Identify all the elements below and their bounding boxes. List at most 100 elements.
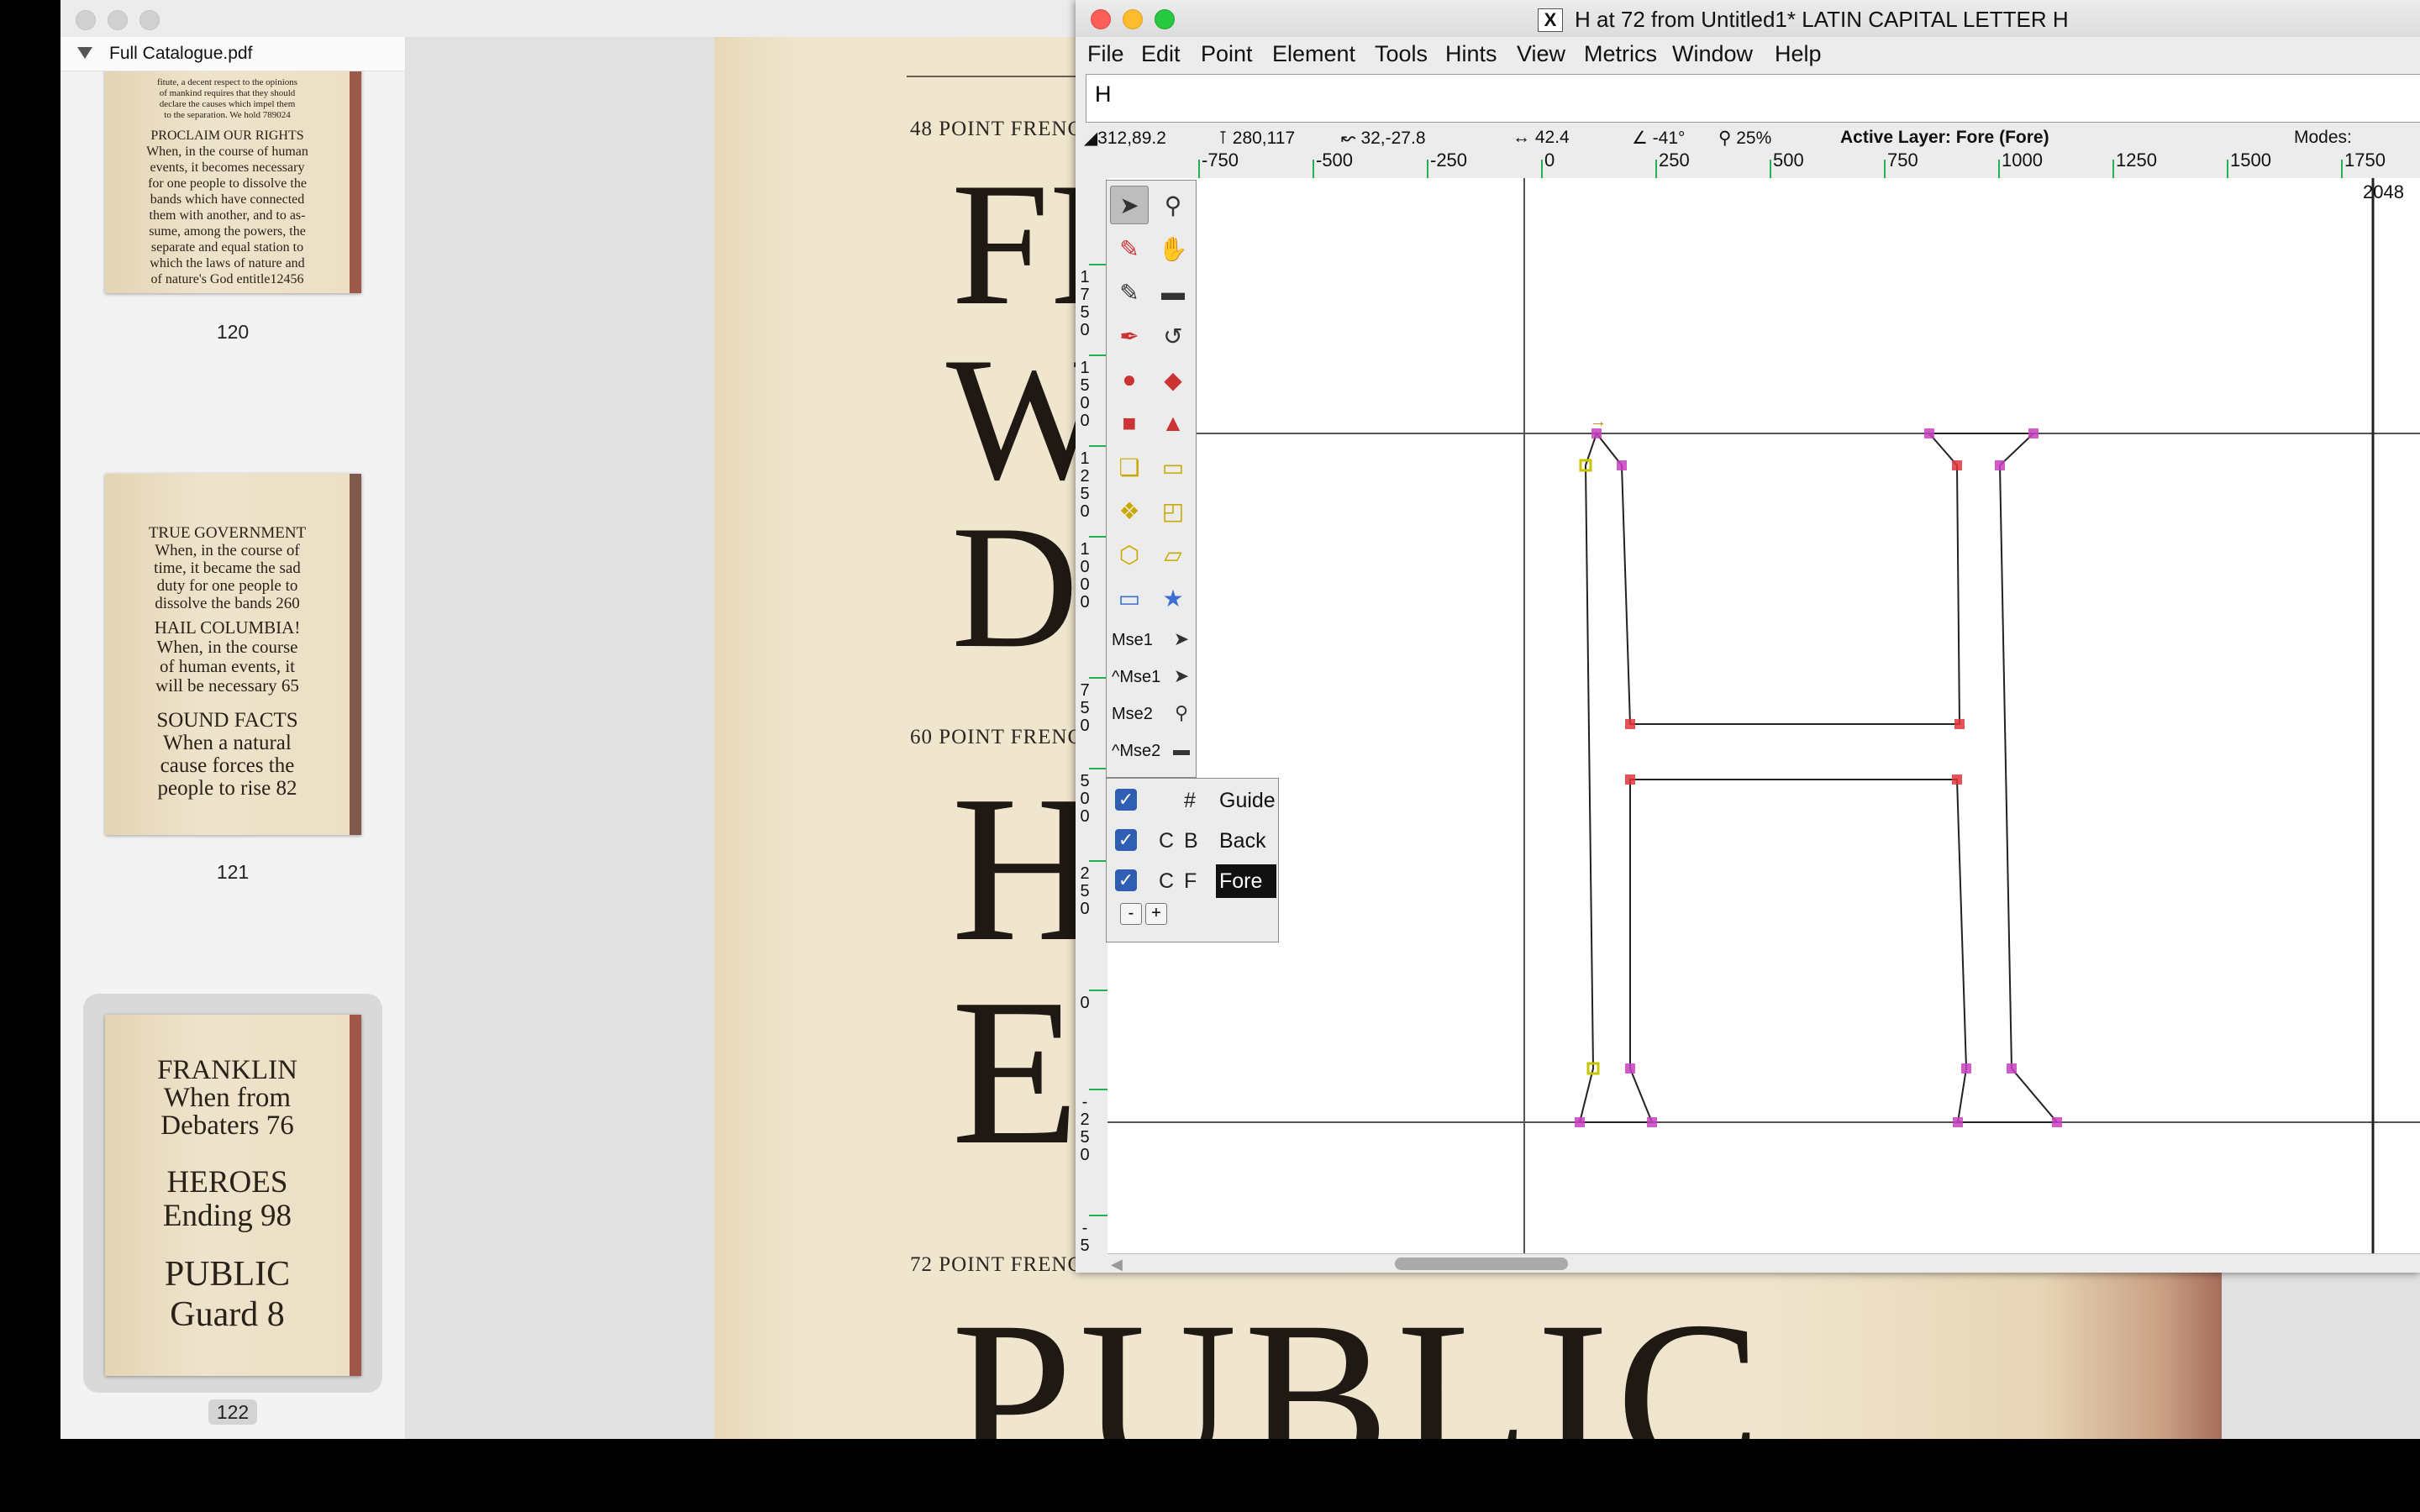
- tangent-point-tool-icon[interactable]: ▲: [1154, 404, 1192, 443]
- menu-point[interactable]: Point: [1201, 41, 1253, 67]
- layer-visible-checkbox[interactable]: ✓: [1115, 869, 1137, 891]
- pen-tool-icon[interactable]: ✒: [1110, 317, 1149, 355]
- glyph-point[interactable]: [1625, 1063, 1635, 1074]
- sidebar-header[interactable]: Full Catalogue.pdf: [60, 37, 405, 71]
- glyph-point[interactable]: [1954, 719, 1965, 729]
- glyph-point[interactable]: [1617, 460, 1627, 470]
- glyph-outline-canvas[interactable]: →: [1107, 178, 2420, 1253]
- layer-name[interactable]: Guide: [1216, 784, 1276, 817]
- ruler-label: -750: [1202, 150, 1239, 171]
- hv-curve-point-tool-icon[interactable]: ◆: [1154, 360, 1192, 399]
- perspective-tool-icon[interactable]: ▱: [1154, 535, 1192, 574]
- corner-point-tool-icon[interactable]: ■: [1110, 404, 1149, 443]
- minimize-button[interactable]: [108, 10, 128, 30]
- pointer-binding-icon: ➤: [1173, 628, 1190, 649]
- scrollbar-thumb[interactable]: [1395, 1257, 1568, 1270]
- fontforge-titlebar[interactable]: X H at 72 from Untitled1* LATIN CAPITAL …: [1076, 0, 2420, 38]
- ruler-label: 0: [1080, 900, 1090, 918]
- glyph-point[interactable]: [1953, 1117, 1963, 1127]
- glyph-point[interactable]: [1952, 460, 1962, 470]
- glyph-point[interactable]: [1625, 719, 1635, 729]
- ruler-label: 5: [1080, 772, 1090, 790]
- glyph-point[interactable]: [1647, 1117, 1657, 1127]
- knife-tool-icon[interactable]: ✎: [1110, 273, 1149, 312]
- freehand-tool-icon[interactable]: ✎: [1110, 229, 1149, 268]
- spiro-tool-icon[interactable]: ↺: [1154, 317, 1192, 355]
- layer-visible-checkbox[interactable]: ✓: [1115, 829, 1137, 851]
- glyph-point[interactable]: [1961, 1063, 1971, 1074]
- point-position-readout: ⊺ 280,117: [1218, 129, 1296, 148]
- menu-file[interactable]: File: [1087, 41, 1124, 67]
- star-tool-icon[interactable]: ★: [1154, 579, 1192, 617]
- menu-edit[interactable]: Edit: [1141, 41, 1181, 67]
- menu-metrics[interactable]: Metrics: [1584, 41, 1657, 67]
- 3d-rotate-tool-icon[interactable]: ⬡: [1110, 535, 1149, 574]
- horizontal-scrollbar[interactable]: ◀: [1107, 1253, 2420, 1273]
- thumbnail-text: FRANKLIN When from Debaters 76: [157, 1055, 297, 1141]
- ruler-label: 1750: [2344, 150, 2386, 171]
- zoom-button[interactable]: [139, 10, 160, 30]
- glyph-point[interactable]: [1575, 1117, 1585, 1127]
- close-button[interactable]: [76, 10, 96, 30]
- ruler-label: -250: [1430, 150, 1468, 171]
- thumbnail-page-120[interactable]: fitute, a decent respect to the opinions…: [105, 37, 361, 293]
- layer-name[interactable]: Fore: [1216, 864, 1276, 898]
- ruler-label: 0: [1080, 502, 1090, 521]
- glyph-point[interactable]: [1625, 774, 1635, 785]
- glyph-text-field[interactable]: H: [1086, 74, 2420, 123]
- menu-tools[interactable]: Tools: [1375, 41, 1428, 67]
- glyph-point[interactable]: [1924, 428, 1934, 438]
- thumbnail-sidebar[interactable]: Full Catalogue.pdf fitute, a decent resp…: [60, 37, 406, 1439]
- angle-readout: ∠ -41°: [1632, 129, 1686, 148]
- glyph-points[interactable]: [1575, 428, 2062, 1127]
- glyph-point[interactable]: [1952, 774, 1962, 785]
- rectangle-tool-icon[interactable]: ▭: [1110, 579, 1149, 617]
- magnify-tool-icon[interactable]: ⚲: [1154, 186, 1192, 224]
- scale-tool-icon[interactable]: ❏: [1110, 448, 1149, 486]
- layers-palette: ✓ # Guide ✓ C B Back ✓ C F Fore - +: [1106, 778, 1279, 942]
- ruler-label: 0: [1080, 1146, 1090, 1164]
- glyph-point[interactable]: [2007, 1063, 2017, 1074]
- menu-window[interactable]: Window: [1672, 41, 1753, 67]
- glyph-outer-contour[interactable]: [1578, 431, 2060, 1123]
- layer-visible-checkbox[interactable]: ✓: [1115, 789, 1137, 811]
- remove-layer-button[interactable]: -: [1120, 903, 1142, 925]
- thumbnail-text: SOUND FACTS When a natural cause forces …: [156, 709, 298, 800]
- modes-readout: Modes:: [2294, 128, 2352, 147]
- glyph-point[interactable]: [2028, 428, 2039, 438]
- zoom-button[interactable]: [1155, 9, 1175, 29]
- layer-row-back[interactable]: ✓ C B Back: [1107, 819, 1280, 856]
- glyph-point[interactable]: [2052, 1117, 2062, 1127]
- thumbnail-page-122[interactable]: FRANKLIN When from Debaters 76 HEROES En…: [105, 1015, 361, 1376]
- ruler-tool-icon[interactable]: ▬: [1154, 273, 1192, 312]
- menu-view[interactable]: View: [1517, 41, 1565, 67]
- menu-help[interactable]: Help: [1775, 41, 1822, 67]
- scroll-hand-tool-icon[interactable]: ✋: [1154, 229, 1192, 268]
- glyph-canvas[interactable]: →: [1107, 178, 2420, 1253]
- disclosure-triangle-icon[interactable]: [77, 47, 92, 59]
- menu-element[interactable]: Element: [1272, 41, 1355, 67]
- ruler-tick: [1089, 264, 1107, 265]
- thumbnail-page-121[interactable]: TRUE GOVERNMENT When, in the course of t…: [105, 474, 361, 835]
- ruler-tick: [1089, 536, 1107, 538]
- ruler-tick: [1089, 1215, 1107, 1216]
- rotate-tool-icon[interactable]: ▭: [1154, 448, 1192, 486]
- thumbnail-text: PROCLAIM OUR RIGHTS When, in the course …: [146, 129, 308, 286]
- minimize-button[interactable]: [1123, 9, 1143, 29]
- ruler-label: -: [1081, 1219, 1088, 1237]
- add-layer-button[interactable]: +: [1145, 903, 1167, 925]
- curve-point-tool-icon[interactable]: ●: [1110, 360, 1149, 399]
- layer-row-guide[interactable]: ✓ # Guide: [1107, 779, 1280, 816]
- scroll-left-icon[interactable]: ◀: [1111, 1256, 1123, 1273]
- skew-tool-icon[interactable]: ◰: [1154, 491, 1192, 530]
- magnify-binding-icon: ⚲: [1174, 702, 1189, 723]
- layer-name[interactable]: Back: [1216, 824, 1276, 858]
- flip-tool-icon[interactable]: ❖: [1110, 491, 1149, 530]
- menu-hints[interactable]: Hints: [1445, 41, 1497, 67]
- layer-row-fore[interactable]: ✓ C F Fore: [1107, 859, 1280, 898]
- close-button[interactable]: [1091, 9, 1111, 29]
- active-layer-readout: Active Layer: Fore (Fore): [1840, 128, 2049, 147]
- pointer-tool-icon[interactable]: ➤: [1110, 186, 1149, 224]
- glyph-point[interactable]: [1995, 460, 2005, 470]
- ruler-label: 250: [1659, 150, 1690, 171]
